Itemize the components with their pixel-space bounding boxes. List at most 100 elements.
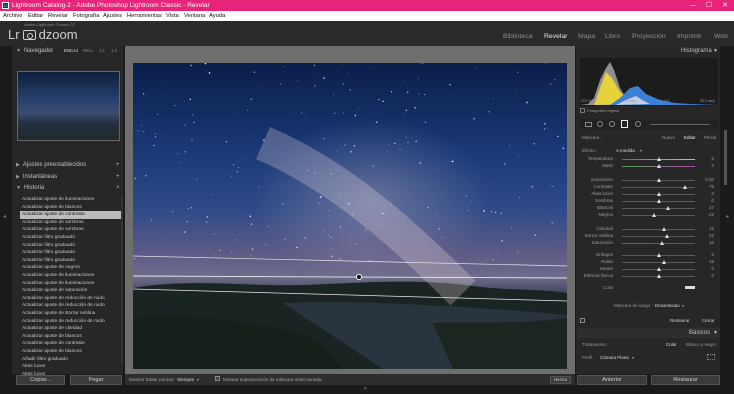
- slider-value[interactable]: 22: [698, 233, 714, 238]
- slider-value[interactable]: -12: [698, 212, 714, 217]
- left-panel-toggle-icon[interactable]: ◂: [3, 213, 6, 220]
- slider-8[interactable]: Claridad 15: [583, 226, 718, 233]
- slider-knob[interactable]: [656, 164, 661, 168]
- menu-ajustes[interactable]: Ajustes: [103, 11, 122, 21]
- slider-4[interactable]: Altas luces 0: [583, 191, 718, 198]
- add-snapshot-icon[interactable]: +: [116, 174, 120, 180]
- slider-1[interactable]: Matiz 0: [583, 163, 718, 170]
- treatment-color[interactable]: Color: [666, 342, 677, 347]
- spot-removal-icon[interactable]: [597, 121, 603, 127]
- slider-10[interactable]: Saturación 10: [583, 240, 718, 247]
- slider-14[interactable]: Eliminar flecos 0: [583, 273, 718, 280]
- slider-value[interactable]: 0,00: [698, 177, 714, 182]
- module-proyeccion[interactable]: Proyección: [632, 33, 666, 40]
- slider-knob[interactable]: [656, 267, 661, 271]
- add-preset-icon[interactable]: +: [116, 162, 120, 168]
- close-mask-button[interactable]: Cerrar: [702, 318, 715, 323]
- slider-knob[interactable]: [661, 260, 666, 264]
- slider-knob[interactable]: [652, 213, 657, 217]
- histogram-collapse-icon[interactable]: ▼: [713, 48, 718, 54]
- profile-select[interactable]: Cámara Plana: [600, 355, 629, 360]
- slider-value[interactable]: 0: [698, 163, 714, 168]
- basic-header[interactable]: Básicos: [689, 330, 710, 336]
- original-photo-checkbox[interactable]: [580, 108, 585, 113]
- zoom-1-3[interactable]: 1:3: [111, 48, 117, 53]
- slider-value[interactable]: 0: [698, 252, 714, 257]
- slider-0[interactable]: Temperatura 0: [583, 156, 718, 163]
- slider-knob[interactable]: [656, 178, 661, 182]
- slider-knob[interactable]: [656, 192, 661, 196]
- edit-pins-select[interactable]: Siempre: [177, 377, 194, 382]
- slider-track[interactable]: [622, 229, 695, 230]
- previous-button[interactable]: Anterior: [577, 375, 647, 385]
- slider-7[interactable]: Negros -12: [583, 212, 718, 219]
- slider-knob[interactable]: [656, 199, 661, 203]
- slider-knob[interactable]: [660, 241, 665, 245]
- menu-ayuda[interactable]: Ayuda: [209, 11, 225, 21]
- slider-knob[interactable]: [656, 157, 661, 161]
- effect-dropdown-icon[interactable]: ▾: [640, 148, 642, 153]
- slider-knob[interactable]: [656, 253, 661, 257]
- paste-button[interactable]: Pegar: [70, 375, 122, 385]
- effect-select[interactable]: A medida: [616, 148, 635, 153]
- radial-filter-icon[interactable]: [635, 121, 641, 127]
- restore-mask-button[interactable]: Restaurar: [670, 318, 690, 323]
- mask-new[interactable]: Nuevo: [662, 135, 675, 140]
- maximize-icon[interactable]: ☐: [703, 0, 715, 11]
- histogram-header[interactable]: Histograma: [681, 48, 712, 54]
- minimize-icon[interactable]: —: [687, 0, 699, 11]
- navigator-header[interactable]: ▼ Navegador: [16, 48, 53, 54]
- close-icon[interactable]: ✕: [719, 0, 731, 11]
- slider-knob[interactable]: [656, 274, 661, 278]
- profile-dropdown-icon[interactable]: ▾: [632, 355, 634, 360]
- menu-archivo[interactable]: Archivo: [3, 11, 22, 21]
- slider-knob[interactable]: [665, 206, 670, 210]
- slider-value[interactable]: 75: [698, 184, 714, 189]
- navigator-preview[interactable]: [17, 71, 120, 141]
- slider-track[interactable]: [622, 262, 695, 263]
- photo-view[interactable]: [133, 63, 567, 369]
- menu-vista[interactable]: Vista: [166, 11, 179, 21]
- slider-track[interactable]: [622, 208, 695, 209]
- menu-editar[interactable]: Editar: [28, 11, 43, 21]
- module-mapa[interactable]: Mapa: [578, 33, 595, 40]
- slider-6[interactable]: Blancos 27: [583, 205, 718, 212]
- presets-header[interactable]: ▶ Ajustes preestablecidos: [16, 162, 86, 168]
- slider-track[interactable]: [622, 215, 695, 216]
- slider-value[interactable]: 15: [698, 226, 714, 231]
- color-swatch[interactable]: [685, 286, 695, 289]
- treatment-bw[interactable]: Blanco y negro: [686, 342, 716, 347]
- bottom-panel-toggle-icon[interactable]: ▾: [364, 386, 367, 392]
- slider-2[interactable]: Exposición 0,00: [583, 177, 718, 184]
- slider-11[interactable]: Enfoque 0: [583, 252, 718, 259]
- slider-value[interactable]: 27: [698, 205, 714, 210]
- slider-value[interactable]: 10: [698, 240, 714, 245]
- basic-collapse-icon[interactable]: ▼: [713, 330, 718, 336]
- slider-9[interactable]: Borrar neblina 22: [583, 233, 718, 240]
- module-web[interactable]: Web: [714, 33, 728, 40]
- mask-toggle-icon[interactable]: [580, 318, 585, 323]
- slider-track[interactable]: [622, 243, 695, 244]
- range-mask-dropdown-icon[interactable]: ▾: [682, 303, 684, 308]
- menu-ventana[interactable]: Ventana: [184, 11, 205, 21]
- crop-tool-icon[interactable]: [585, 122, 592, 127]
- clear-history-icon[interactable]: ×: [116, 185, 120, 191]
- graduated-filter-icon[interactable]: [621, 120, 628, 128]
- module-libro[interactable]: Libro: [605, 33, 620, 40]
- mask-brush[interactable]: Pincel: [704, 135, 716, 140]
- mask-overlay-checkbox[interactable]: [215, 376, 220, 381]
- slider-5[interactable]: Sombras 0: [583, 198, 718, 205]
- reset-button[interactable]: Restaurar: [651, 375, 720, 385]
- slider-knob[interactable]: [682, 185, 687, 189]
- done-button[interactable]: Hecho: [550, 376, 571, 384]
- zoom-fit[interactable]: ENCAJ: [64, 48, 78, 53]
- range-mask-select[interactable]: Desactivado: [655, 303, 680, 308]
- slider-value[interactable]: 0: [698, 191, 714, 196]
- redeye-icon[interactable]: [609, 121, 615, 127]
- slider-track[interactable]: [622, 236, 695, 237]
- slider-value[interactable]: 0: [698, 156, 714, 161]
- slider-value[interactable]: 0: [698, 198, 714, 203]
- snapshots-header[interactable]: ▶ Instantáneas: [16, 174, 57, 180]
- right-scrollbar[interactable]: [724, 130, 727, 185]
- module-imprimir[interactable]: Imprimir: [677, 33, 702, 40]
